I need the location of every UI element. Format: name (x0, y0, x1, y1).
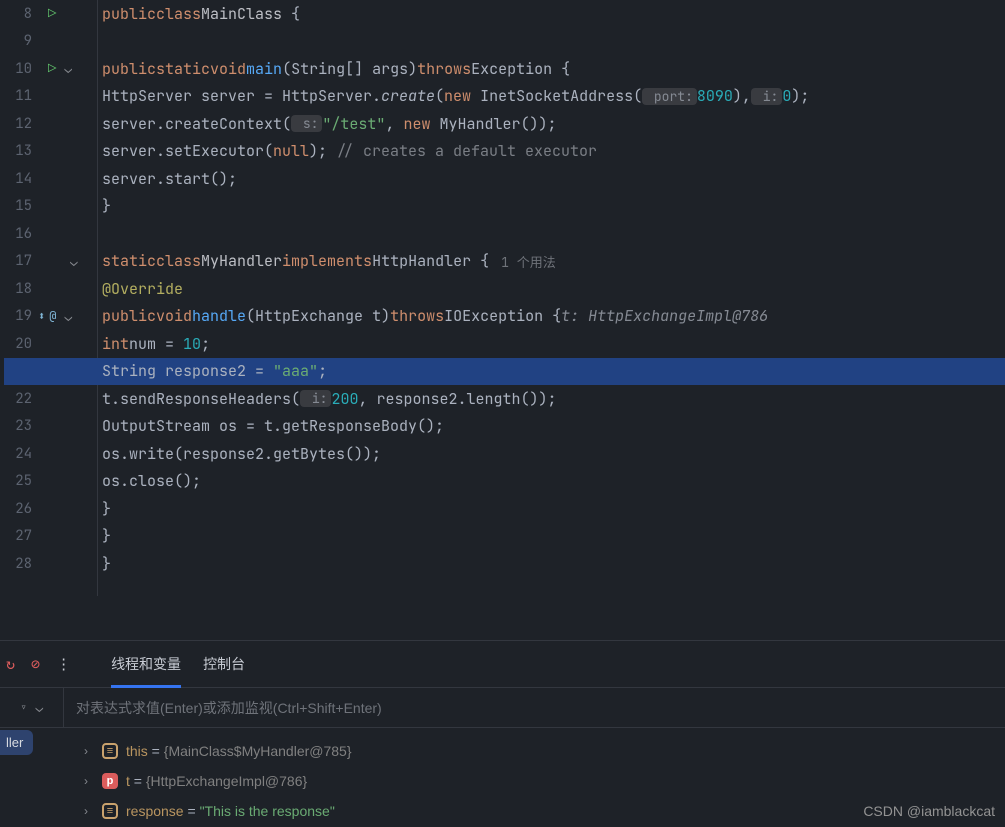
line-number: 16 (0, 225, 34, 243)
chevron-right-icon[interactable]: › (84, 774, 94, 788)
variables-panel: › ≡ this = {MainClass$MyHandler@785} › p… (0, 728, 1005, 826)
line-number: 23 (0, 417, 34, 435)
line-number: 18 (0, 280, 34, 298)
editor-gutter: 8 ▷ 9 10 ▷ ⌄ 11 12 13 14 15 16 17 ⌄ 18 19⬍@ ⌄… (0, 0, 98, 596)
variable-row[interactable]: › ≡ response = "This is the response" (0, 796, 1005, 826)
line-number: 19 (0, 307, 34, 325)
chevron-right-icon[interactable]: › (84, 804, 94, 818)
code-editor[interactable]: 8 ▷ 9 10 ▷ ⌄ 11 12 13 14 15 16 17 ⌄ 18 19⬍@ ⌄… (0, 0, 1005, 596)
line-number: 25 (0, 472, 34, 490)
line-number: 14 (0, 170, 34, 188)
panel-divider[interactable] (0, 596, 1005, 640)
chevron-down-icon[interactable]: ⌄ (36, 699, 44, 716)
line-number: 13 (0, 142, 34, 160)
line-number: 27 (0, 527, 34, 545)
object-icon: ≡ (102, 803, 118, 819)
variable-row[interactable]: › ≡ this = {MainClass$MyHandler@785} (0, 736, 1005, 766)
override-icon[interactable]: ⬍ (38, 308, 45, 324)
line-number: 22 (0, 390, 34, 408)
line-number: 15 (0, 197, 34, 215)
at-icon: @ (49, 308, 56, 324)
line-number: 26 (0, 500, 34, 518)
line-number: 20 (0, 335, 34, 353)
debug-tabs: 线程和变量 控制台 (111, 641, 245, 688)
line-number: 17 (0, 252, 34, 270)
line-number: 11 (0, 87, 34, 105)
stop-icon[interactable]: ⊘ (31, 654, 40, 674)
evaluate-expression-input[interactable]: 对表达式求值(Enter)或添加监视(Ctrl+Shift+Enter) (64, 698, 1005, 718)
stack-frame-label[interactable]: ller (0, 730, 33, 755)
line-number: 8 (0, 5, 34, 23)
fold-icon[interactable]: ⌄ (64, 60, 72, 77)
object-icon: ≡ (102, 743, 118, 759)
variable-row[interactable]: › p t = {HttpExchangeImpl@786} (0, 766, 1005, 796)
line-number: 9 (0, 32, 34, 50)
run-icon[interactable]: ▷ (48, 5, 56, 23)
code-area[interactable]: public class MainClass { public static v… (98, 0, 1005, 596)
line-number: 12 (0, 115, 34, 133)
debug-toolbar: ↻ ⊘ ⋮ 线程和变量 控制台 (0, 640, 1005, 688)
inline-debug-value: t: HttpExchangeImpl@786 (561, 306, 768, 326)
tab-threads-vars[interactable]: 线程和变量 (111, 641, 181, 688)
watermark: CSDN @iamblackcat (863, 803, 995, 819)
fold-icon[interactable]: ⌄ (70, 253, 78, 270)
tab-console[interactable]: 控制台 (203, 641, 245, 688)
line-number: 10 (0, 60, 34, 78)
evaluate-row: ▿ ⌄ 对表达式求值(Enter)或添加监视(Ctrl+Shift+Enter) (0, 688, 1005, 728)
line-number: 24 (0, 445, 34, 463)
filter-icon[interactable]: ▿ (20, 699, 28, 716)
chevron-right-icon[interactable]: › (84, 744, 94, 758)
usages-hint[interactable]: 1 个用法 (501, 252, 556, 271)
line-number: 28 (0, 555, 34, 573)
more-icon[interactable]: ⋮ (56, 654, 71, 674)
param-icon: p (102, 773, 118, 789)
run-icon[interactable]: ▷ (48, 60, 56, 78)
fold-icon[interactable]: ⌄ (64, 308, 72, 325)
rerun-icon[interactable]: ↻ (6, 654, 15, 674)
current-execution-line: String response2 = "aaa"; (102, 358, 1005, 386)
